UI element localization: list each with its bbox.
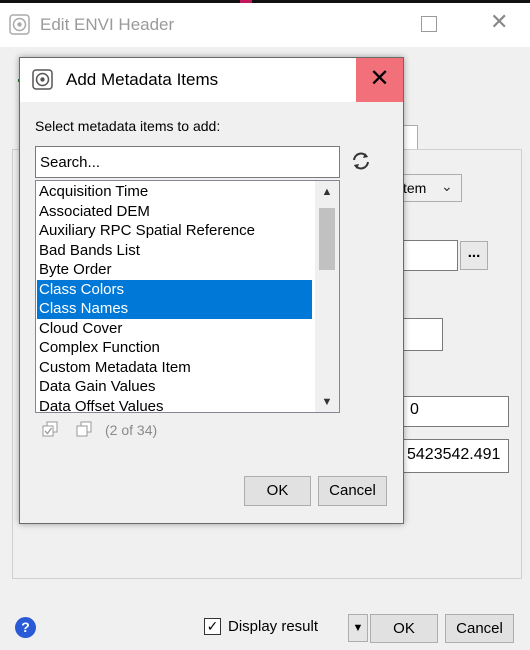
type-dropdown-value: tem [403,180,427,196]
selection-count: (2 of 34) [105,422,158,438]
value-field-1[interactable]: 0 [403,396,509,427]
list-item[interactable]: Auxiliary RPC Spatial Reference [37,221,312,241]
list-item[interactable]: Associated DEM [37,202,312,222]
refresh-icon[interactable] [350,150,372,172]
deselect-all-icon[interactable] [76,421,93,438]
list-item[interactable]: Acquisition Time [37,182,312,202]
list-item[interactable]: Data Gain Values [37,377,312,397]
value-field-2-text: 5423542.491 [407,446,501,463]
scroll-down-icon[interactable]: ▼ [315,393,339,411]
browse-button[interactable]: ... [460,241,488,270]
text-field-2[interactable] [400,318,443,351]
ok-button[interactable]: OK [370,614,438,643]
value-field-1-text: 0 [410,401,419,418]
scroll-up-icon[interactable]: ▲ [315,183,339,201]
dialog-cancel-button[interactable]: Cancel [318,476,387,506]
list-scrollbar[interactable]: ▲ ▼ [315,181,339,412]
window-title: Edit ENVI Header [40,15,175,34]
cancel-button[interactable]: Cancel [445,614,514,643]
dialog-titlebar[interactable]: Add Metadata Items ✕ [20,58,403,102]
window-titlebar[interactable]: Edit ENVI Header ✕ [0,3,530,47]
dialog-title: Add Metadata Items [66,70,219,89]
select-all-icon[interactable] [42,421,59,438]
metadata-items-list[interactable]: Acquisition Time Associated DEM Auxiliary … [35,180,340,413]
help-icon[interactable]: ? [15,617,36,638]
envi-app-icon [32,69,53,90]
list-item[interactable]: Complex Function [37,338,312,358]
add-metadata-items-dialog: Add Metadata Items ✕ Select metadata ite… [19,57,404,524]
dialog-close-button[interactable]: ✕ [356,58,403,102]
list-item[interactable]: Custom Metadata Item [37,358,312,378]
list-item[interactable]: Bad Bands List [37,241,312,261]
scroll-thumb[interactable] [319,208,335,270]
search-placeholder: Search... [40,154,101,171]
display-result-checkbox[interactable]: ✓ [204,618,221,635]
dialog-ok-button[interactable]: OK [244,476,311,506]
list-item[interactable]: Cloud Cover [37,319,312,339]
chevron-down-icon: ⌄ [441,178,453,194]
close-button[interactable]: ✕ [490,11,508,33]
ok-dropdown-arrow[interactable]: ▼ [348,614,368,642]
list-item[interactable]: Data Offset Values [37,397,312,413]
list-item[interactable]: Byte Order [37,260,312,280]
display-result-label: Display result [228,618,319,635]
minimize-button[interactable] [360,23,376,24]
maximize-button[interactable] [421,16,437,32]
value-field-2[interactable]: 5423542.491 [403,439,509,473]
list-item[interactable]: Class Names [37,299,312,319]
envi-app-icon [9,14,30,35]
list-item[interactable]: Class Colors [37,279,312,299]
close-icon: ✕ [369,65,390,92]
instruction-label: Select metadata items to add: [35,118,221,134]
search-input[interactable]: Search... [35,146,340,178]
